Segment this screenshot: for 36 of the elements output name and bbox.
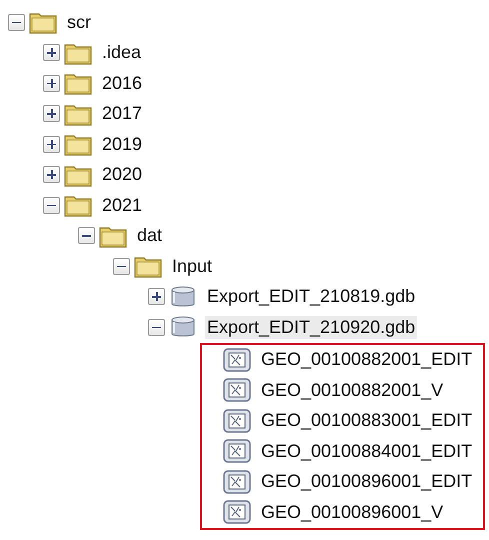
collapse-icon[interactable]	[78, 227, 95, 244]
expand-icon[interactable]	[43, 44, 60, 62]
dataset-label[interactable]: GEO_00100883001_EDIT	[259, 409, 474, 432]
folder-label[interactable]: 2019	[100, 132, 144, 156]
feature-dataset-icon	[223, 378, 251, 402]
folder-label[interactable]: dat	[135, 224, 164, 248]
expand-icon[interactable]	[43, 166, 60, 184]
database-icon	[169, 315, 197, 340]
feature-dataset-icon	[223, 348, 251, 372]
item-label[interactable]: Export_EDIT_210819.gdb	[205, 285, 418, 308]
expand-icon[interactable]	[43, 105, 60, 122]
dataset-label[interactable]: GEO_00100882001_EDIT	[259, 348, 474, 372]
folder-label[interactable]: .idea	[100, 41, 144, 64]
dataset-label[interactable]: GEO_00100896001_V	[259, 500, 446, 524]
collapse-icon[interactable]	[148, 318, 165, 336]
expand-icon[interactable]	[43, 74, 60, 92]
folder-label[interactable]: 2017	[100, 102, 144, 126]
collapse-icon[interactable]	[8, 14, 25, 31]
expand-icon[interactable]	[43, 136, 60, 153]
collapse-icon[interactable]	[43, 196, 60, 214]
feature-dataset-icon	[223, 470, 251, 494]
collapse-icon[interactable]	[113, 258, 130, 275]
dataset-label[interactable]: GEO_00100882001_V	[259, 378, 446, 402]
feature-dataset-icon	[223, 500, 251, 524]
folder-label[interactable]: 2020	[100, 163, 144, 186]
folder-label[interactable]: scr	[65, 10, 93, 34]
folder-label[interactable]: 2016	[100, 72, 144, 95]
folder-label[interactable]: Input	[170, 254, 214, 278]
expand-icon[interactable]	[148, 288, 165, 306]
feature-dataset-icon	[223, 408, 251, 433]
dataset-label[interactable]: GEO_00100896001_EDIT	[259, 470, 474, 494]
feature-dataset-icon	[223, 439, 251, 464]
database-icon	[169, 284, 197, 309]
dataset-label[interactable]: GEO_00100884001_EDIT	[259, 440, 474, 463]
folder-label[interactable]: 2021	[100, 194, 144, 217]
item-label[interactable]: Export_EDIT_210920.gdb	[205, 316, 418, 339]
